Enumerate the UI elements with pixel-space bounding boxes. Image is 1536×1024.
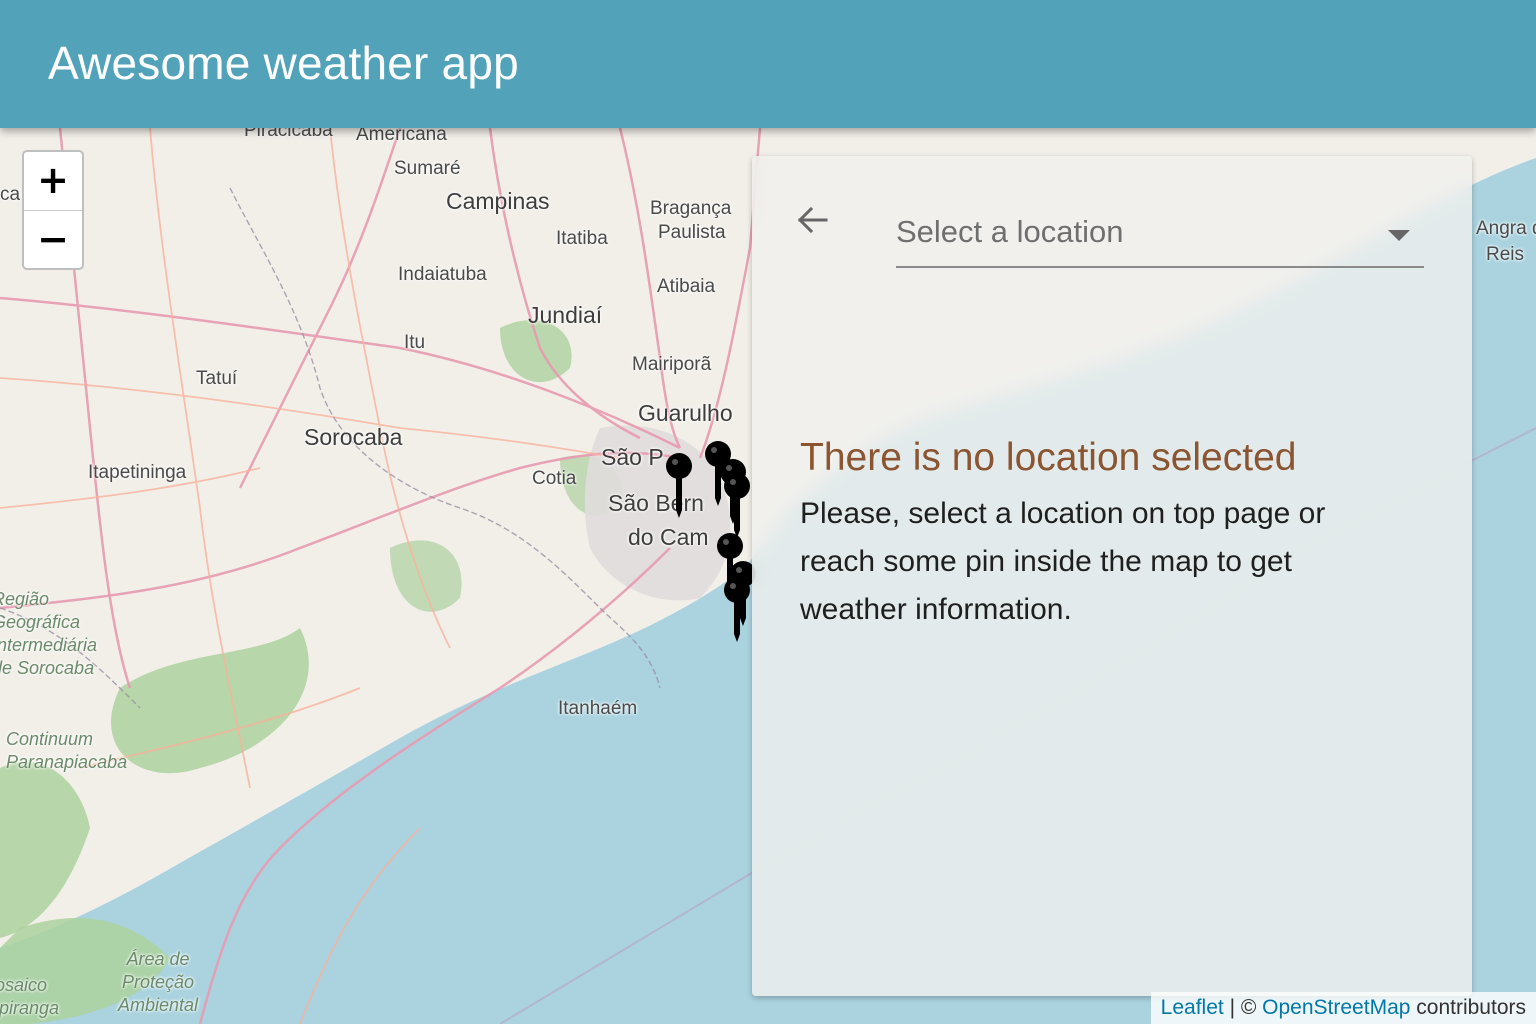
place-label: Guarulho	[638, 400, 733, 426]
place-label: Sorocaba	[304, 424, 403, 450]
place-label: Itapetininga	[88, 462, 187, 483]
place-label: Indaiatuba	[398, 264, 487, 285]
leaflet-link[interactable]: Leaflet	[1161, 996, 1224, 1019]
dropdown-arrow-icon[interactable]	[1388, 230, 1410, 241]
map-attribution: Leaflet | © OpenStreetMap contributors	[1150, 992, 1536, 1024]
region-label: Mosaico Jupiranga	[0, 975, 60, 1018]
region-label: Continuum Paranapiacaba	[6, 729, 128, 772]
place-label: Angra do	[1476, 218, 1536, 239]
empty-state-message: Please, select a location on top page or…	[800, 497, 1326, 626]
attribution-separator: | ©	[1223, 996, 1263, 1019]
place-label: Tatuí	[196, 368, 238, 389]
place-label: ca	[0, 184, 21, 205]
arrow-left-icon[interactable]	[792, 200, 832, 240]
place-label: Atibaia	[657, 276, 716, 297]
place-label: Bragança	[650, 198, 732, 219]
place-label: São P	[601, 444, 664, 470]
zoom-out-button[interactable]: −	[24, 210, 82, 269]
app-header: Awesome weather app	[0, 0, 1536, 128]
place-label: Campinas	[446, 188, 550, 214]
place-label: Itu	[404, 332, 426, 353]
region-label: Área de Proteção Ambiental	[118, 949, 199, 1015]
place-label: Sumaré	[394, 158, 461, 179]
place-label: Piracicaba	[244, 128, 333, 141]
zoom-in-button[interactable]: +	[24, 152, 82, 210]
place-label: Americana	[356, 128, 447, 145]
app-title: Awesome weather app	[48, 37, 519, 89]
place-label: Cotia	[532, 468, 577, 489]
empty-state-title: There is no location selected	[800, 436, 1297, 479]
place-label: Mairiporã	[632, 354, 712, 375]
place-label: Itatiba	[556, 228, 608, 249]
location-select[interactable]: Select a location	[896, 214, 1424, 268]
map-pin-icon[interactable]	[664, 452, 694, 518]
place-label: do Cam	[628, 524, 709, 550]
place-label: Jundiaí	[528, 302, 603, 328]
map-pin-icon[interactable]	[722, 576, 752, 642]
place-label: Reis	[1486, 244, 1525, 265]
region-label: Região Geográfica Intermediária de Soroc…	[0, 589, 98, 678]
attribution-suffix: contributors	[1410, 996, 1526, 1019]
weather-panel: Select a location There is no location s…	[752, 156, 1472, 996]
openstreetmap-link[interactable]: OpenStreetMap	[1262, 996, 1410, 1019]
zoom-control: + −	[22, 150, 84, 270]
location-select-placeholder: Select a location	[896, 214, 1124, 249]
place-label: Itanhaém	[558, 698, 638, 719]
place-label: Paulista	[658, 222, 726, 243]
map-pin-icon[interactable]	[722, 472, 752, 538]
